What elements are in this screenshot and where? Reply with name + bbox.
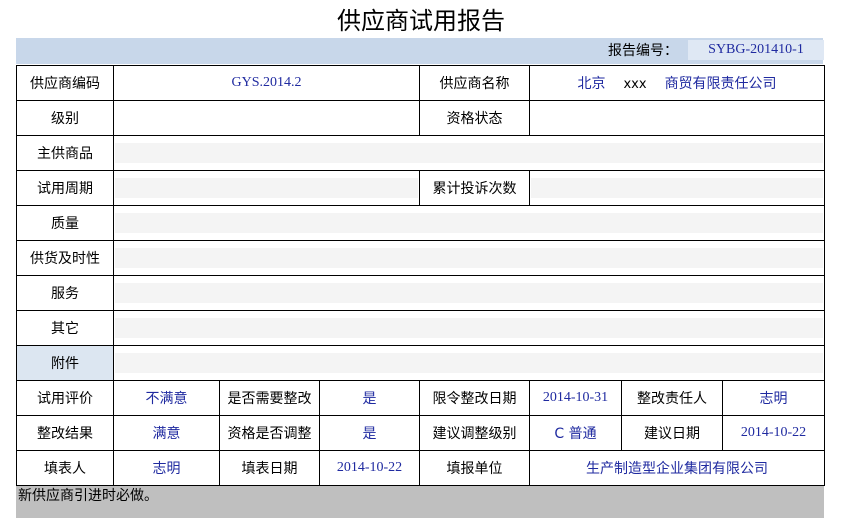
other-label: 其它 — [16, 310, 114, 346]
attachment-field[interactable] — [112, 345, 826, 381]
rectify-result-label: 整改结果 — [16, 415, 114, 451]
report-number-label: 报告编号： — [608, 43, 678, 59]
supplier-name-label: 供应商名称 — [419, 65, 530, 101]
row-level: 级别 资格状态 — [16, 100, 826, 136]
row-delivery: 供货及时性 — [16, 240, 826, 276]
fill-date-field[interactable]: 2014-10-22 — [319, 450, 420, 486]
fill-unit-label: 填报单位 — [419, 450, 530, 486]
quality-field[interactable] — [112, 205, 826, 241]
rectify-deadline-field[interactable]: 2014-10-31 — [529, 380, 622, 416]
rectify-deadline-label: 限令整改日期 — [419, 380, 530, 416]
report-number-field[interactable]: SYBG-201410-1 — [688, 40, 824, 60]
row-service: 服务 — [16, 275, 826, 311]
supplier-name-rest: 商贸有限责任公司 — [664, 76, 777, 92]
suggest-level-field[interactable]: C 普通 — [529, 415, 622, 451]
trial-period-label: 试用周期 — [16, 170, 114, 206]
level-label: 级别 — [16, 100, 114, 136]
main-products-field[interactable] — [112, 135, 826, 171]
supplier-trial-form: 供应商编码 GYS.2014.2 供应商名称 北京 xxx 商贸有限责任公司 级别 … — [16, 65, 826, 486]
trial-eval-label: 试用评价 — [16, 380, 114, 416]
fill-date-label: 填表日期 — [219, 450, 320, 486]
qual-adjust-field[interactable]: 是 — [319, 415, 420, 451]
row-trial-eval: 试用评价 不满意 是否需要整改 是 限令整改日期 2014-10-31 整改责任… — [16, 380, 826, 416]
row-quality: 质量 — [16, 205, 826, 241]
complaint-count-label: 累计投诉次数 — [419, 170, 530, 206]
supplier-name-city: 北京 — [577, 76, 606, 92]
filler-label: 填表人 — [16, 450, 114, 486]
suggest-date-label: 建议日期 — [621, 415, 723, 451]
suggest-level-label: 建议调整级别 — [419, 415, 530, 451]
row-supplier-code: 供应商编码 GYS.2014.2 供应商名称 北京 xxx 商贸有限责任公司 — [16, 65, 826, 101]
rectify-result-field[interactable]: 满意 — [113, 415, 220, 451]
main-products-label: 主供商品 — [16, 135, 114, 171]
fill-unit-field[interactable]: 生产制造型企业集团有限公司 — [528, 450, 826, 486]
row-trial-period: 试用周期 累计投诉次数 — [16, 170, 826, 206]
report-title: 供应商试用报告 — [337, 7, 505, 35]
supplier-code-field[interactable]: GYS.2014.2 — [113, 65, 420, 101]
supplier-code-label: 供应商编码 — [16, 65, 114, 101]
level-field[interactable] — [113, 100, 420, 136]
trial-eval-field[interactable]: 不满意 — [113, 380, 220, 416]
row-other: 其它 — [16, 310, 826, 346]
complaint-count-field[interactable] — [528, 170, 826, 206]
need-rectify-field[interactable]: 是 — [319, 380, 420, 416]
supplier-name-placeholder: xxx — [623, 77, 647, 92]
need-rectify-label: 是否需要整改 — [219, 380, 320, 416]
rectify-person-label: 整改责任人 — [621, 380, 723, 416]
row-filler: 填表人 志明 填表日期 2014-10-22 填报单位 生产制造型企业集团有限公… — [16, 450, 826, 486]
row-main-products: 主供商品 — [16, 135, 826, 171]
attachment-label: 附件 — [16, 345, 114, 381]
row-attachment: 附件 — [16, 345, 826, 381]
delivery-label: 供货及时性 — [16, 240, 114, 276]
suggest-date-field[interactable]: 2014-10-22 — [721, 415, 826, 451]
footer-note: 新供应商引进时必做。 — [16, 486, 824, 518]
qualification-status-field[interactable] — [528, 100, 826, 136]
filler-field[interactable]: 志明 — [113, 450, 220, 486]
qual-adjust-label: 资格是否调整 — [219, 415, 320, 451]
trial-period-field[interactable] — [113, 170, 420, 206]
quality-label: 质量 — [16, 205, 114, 241]
qualification-status-label: 资格状态 — [419, 100, 530, 136]
other-field[interactable] — [112, 310, 826, 346]
service-field[interactable] — [112, 275, 826, 311]
service-label: 服务 — [16, 275, 114, 311]
delivery-field[interactable] — [112, 240, 826, 276]
row-rectify-result: 整改结果 满意 资格是否调整 是 建议调整级别 C 普通 建议日期 2014-1… — [16, 415, 826, 451]
report-number-bar: 报告编号： SYBG-201410-1 — [16, 38, 824, 64]
supplier-name-field[interactable]: 北京 xxx 商贸有限责任公司 — [528, 65, 826, 101]
rectify-person-field[interactable]: 志明 — [721, 380, 826, 416]
